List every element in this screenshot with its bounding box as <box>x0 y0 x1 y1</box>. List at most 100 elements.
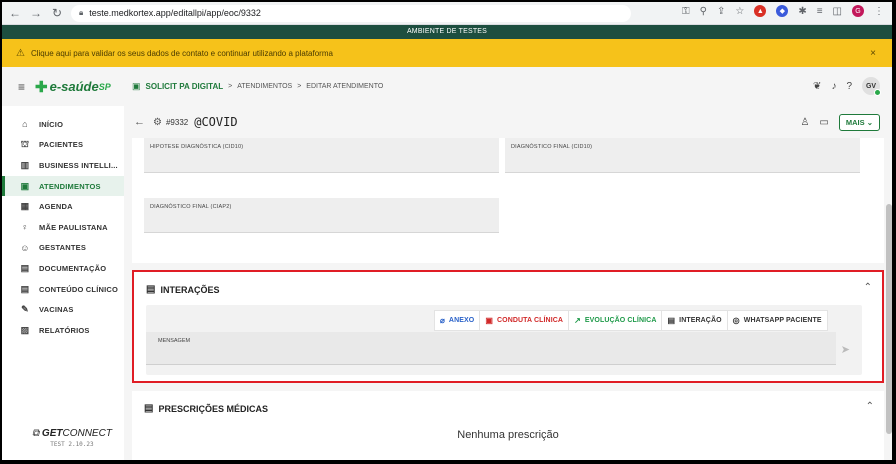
sidebar-item-atendimentos[interactable]: ▣ ATENDIMENTOS <box>2 175 124 197</box>
browser-tools: ⚿ ⚲ ⇪ ☆ ▲ ◆ ✱ ≡ ◫ G ⋮ <box>682 5 884 17</box>
report-icon: ▨ <box>20 324 30 335</box>
prescricoes-title-text: PRESCRIÇÕES MÉDICAS <box>158 403 268 414</box>
extension-icon[interactable]: ▲ <box>754 5 767 17</box>
profile-avatar[interactable]: G <box>852 5 864 17</box>
diagnosis-card: HIPOTESE DIAGNÓSTICA (CID10) DIAGNÓSTICO… <box>132 138 884 263</box>
page-title: @COVID <box>194 115 238 129</box>
playlist-icon[interactable]: ≡ <box>817 6 823 17</box>
users-icon: ⛫ <box>20 138 30 149</box>
zoom-icon[interactable]: ⚲ <box>700 6 707 17</box>
avatar-initials: GV <box>865 82 877 90</box>
more-button-label: MAIS <box>845 118 865 127</box>
brain-icon[interactable]: ❦ <box>813 81 821 92</box>
help-icon[interactable]: ? <box>846 81 852 92</box>
breadcrumb-atendimentos[interactable]: ATENDIMENTOS <box>237 83 292 90</box>
sidebar-item-agenda[interactable]: ▦ AGENDA <box>2 196 124 217</box>
sidepanel-icon[interactable]: ◫ <box>833 6 842 17</box>
extension-blue-icon[interactable]: ◆ <box>776 5 789 17</box>
person-icon[interactable]: ♙ <box>800 117 809 128</box>
tab-interação[interactable]: ▤ INTERAÇÃO <box>662 311 728 330</box>
menu-dots-icon[interactable]: ⋮ <box>874 6 884 17</box>
back-arrow-icon[interactable]: ← <box>134 116 145 128</box>
version-label: TEST 2.10.23 <box>50 441 94 448</box>
url-text: teste.medkortex.app/editallpi/app/eoc/93… <box>89 8 261 18</box>
pregnant-icon: ♀ <box>21 222 29 233</box>
sidebar-item-business-intelli[interactable]: ▥ BUSINESS INTELLI... <box>2 155 124 176</box>
warning-banner[interactable]: ⚠ Clique aqui para validar os seus dados… <box>2 39 892 67</box>
close-icon[interactable]: × <box>870 48 876 59</box>
sidebar-item-gestantes[interactable]: ☺ GESTANTES <box>2 238 124 259</box>
breadcrumb: ▣ SOLICIT PA DIGITAL > ATENDIMENTOS > ED… <box>132 81 383 92</box>
breadcrumb-separator: > <box>228 83 233 90</box>
interacoes-section: ▤ INTERAÇÕES ⌃ ⌀ ANEXO ▣ CONDUTA CLÍNICA ↗ EV… <box>132 270 884 383</box>
trend-icon: ↗ <box>574 316 581 325</box>
key-icon[interactable]: ⚿ <box>682 6 690 17</box>
sidebar-item-conteúdo-clínico[interactable]: ▤ CONTEÚDO CLÍNICO <box>2 279 124 300</box>
tab-anexo[interactable]: ⌀ ANEXO <box>435 311 481 330</box>
sidebar-item-vacinas[interactable]: ✎ VACINAS <box>2 299 124 320</box>
send-icon[interactable]: ➤ <box>841 343 850 356</box>
avatar[interactable]: GV <box>862 77 881 96</box>
prescription-icon: ▤ <box>144 403 154 414</box>
logo-suffix: SP <box>98 81 111 92</box>
sidebar-item-label: INÍCIO <box>39 119 64 129</box>
menu-icon[interactable]: ≡ <box>18 80 25 94</box>
more-button[interactable]: MAIS ⌄ <box>838 114 880 131</box>
interacoes-panel: ⌀ ANEXO ▣ CONDUTA CLÍNICA ↗ EVOLUÇÃO CLÍNICA ▤… <box>146 305 862 375</box>
sidebar: ⌂ INÍCIO ⛫ PACIENTES ▥ BUSINESS INTELLI... ▣ AT… <box>2 106 124 460</box>
chat-icon: ▤ <box>667 316 676 325</box>
message-label: MENSAGEM <box>158 338 191 344</box>
breadcrumb-separator: > <box>297 83 302 90</box>
gear-icon: ⚙ <box>153 116 162 128</box>
tab-label: INTERAÇÃO <box>679 317 722 324</box>
chevron-up-icon[interactable]: ⌃ <box>864 282 872 293</box>
document-icon: ▤ <box>20 262 30 273</box>
online-status-dot <box>874 89 881 96</box>
star-icon[interactable]: ☆ <box>735 6 744 17</box>
syringe-icon: ✎ <box>21 304 29 315</box>
sidebar-item-relatórios[interactable]: ▨ RELATÓRIOS <box>2 320 124 341</box>
sidebar-item-início[interactable]: ⌂ INÍCIO <box>2 114 124 135</box>
clipboard-icon: ▣ <box>132 81 141 91</box>
hipotese-diagnostica-field[interactable]: HIPOTESE DIAGNÓSTICA (CID10) <box>144 138 499 173</box>
tab-conduta-clínica[interactable]: ▣ CONDUTA CLÍNICA <box>480 311 570 330</box>
forward-icon[interactable]: → <box>28 5 44 21</box>
scrollbar[interactable] <box>886 204 892 434</box>
puzzle-icon[interactable]: ✱ <box>798 6 806 17</box>
address-bar[interactable]: 🔒︎ teste.medkortex.app/editallpi/app/eoc… <box>71 4 631 22</box>
brand-connect: CONNECT <box>62 428 112 439</box>
header-actions: ❦ ♪ ? GV <box>813 77 881 96</box>
record-id: #9332 <box>165 117 189 127</box>
back-icon[interactable]: ← <box>7 5 23 21</box>
app-window: ← → ↻ 🔒︎ teste.medkortex.app/editallpi/a… <box>2 2 892 460</box>
main-content: ← ⚙ #9332 @COVID ♙ ▭ MAIS ⌄ HIPOTESE DIA… <box>124 106 892 460</box>
sidebar-item-label: DOCUMENTAÇÃO <box>39 263 107 273</box>
chevron-up-icon[interactable]: ⌃ <box>866 401 874 412</box>
sidebar-item-label: ATENDIMENTOS <box>39 181 101 191</box>
breadcrumb-root[interactable]: SOLICIT PA DIGITAL <box>146 82 224 91</box>
diagnostico-final-ciap-field[interactable]: DIAGNÓSTICO FINAL (CIAP2) <box>144 198 499 233</box>
prescricoes-section: ▤ PRESCRIÇÕES MÉDICAS ⌃ Nenhuma prescriç… <box>132 391 884 460</box>
share-icon[interactable]: ⇪ <box>717 6 725 17</box>
diagnostico-final-cid-field[interactable]: DIAGNÓSTICO FINAL (CID10) <box>505 138 860 173</box>
bell-icon[interactable]: ♪ <box>831 81 836 92</box>
sidebar-item-label: AGENDA <box>39 202 73 212</box>
getconnect-brand: ⧉ GETCONNECT TEST 2.10.23 <box>32 428 112 448</box>
sidebar-list: ⌂ INÍCIO ⛫ PACIENTES ▥ BUSINESS INTELLI... ▣ AT… <box>2 114 124 341</box>
id-card-icon[interactable]: ▭ <box>819 117 828 128</box>
sidebar-item-documentação[interactable]: ▤ DOCUMENTAÇÃO <box>2 258 124 279</box>
sidebar-item-label: RELATÓRIOS <box>39 325 90 335</box>
tab-label: ANEXO <box>448 317 475 324</box>
message-field[interactable]: MENSAGEM <box>146 332 836 365</box>
interacoes-title: ▤ INTERAÇÕES <box>146 284 219 295</box>
warning-text[interactable]: Clique aqui para validar os seus dados d… <box>31 49 333 58</box>
page-actions: ♙ ▭ MAIS ⌄ <box>800 114 880 131</box>
brand-logo: ⧉ GETCONNECT <box>32 428 112 439</box>
reload-icon[interactable]: ↻ <box>49 5 65 21</box>
sidebar-item-pacientes[interactable]: ⛫ PACIENTES <box>2 135 124 156</box>
tab-whatsapp-paciente[interactable]: ◎ WHATSAPP PACIENTE <box>728 311 827 330</box>
sidebar-item-mãe-paulistana[interactable]: ♀ MÃE PAULISTANA <box>2 217 124 238</box>
sidebar-item-label: MÃE PAULISTANA <box>39 222 108 232</box>
tab-evolução-clínica[interactable]: ↗ EVOLUÇÃO CLÍNICA <box>569 311 663 330</box>
chart-icon: ▥ <box>20 159 30 170</box>
